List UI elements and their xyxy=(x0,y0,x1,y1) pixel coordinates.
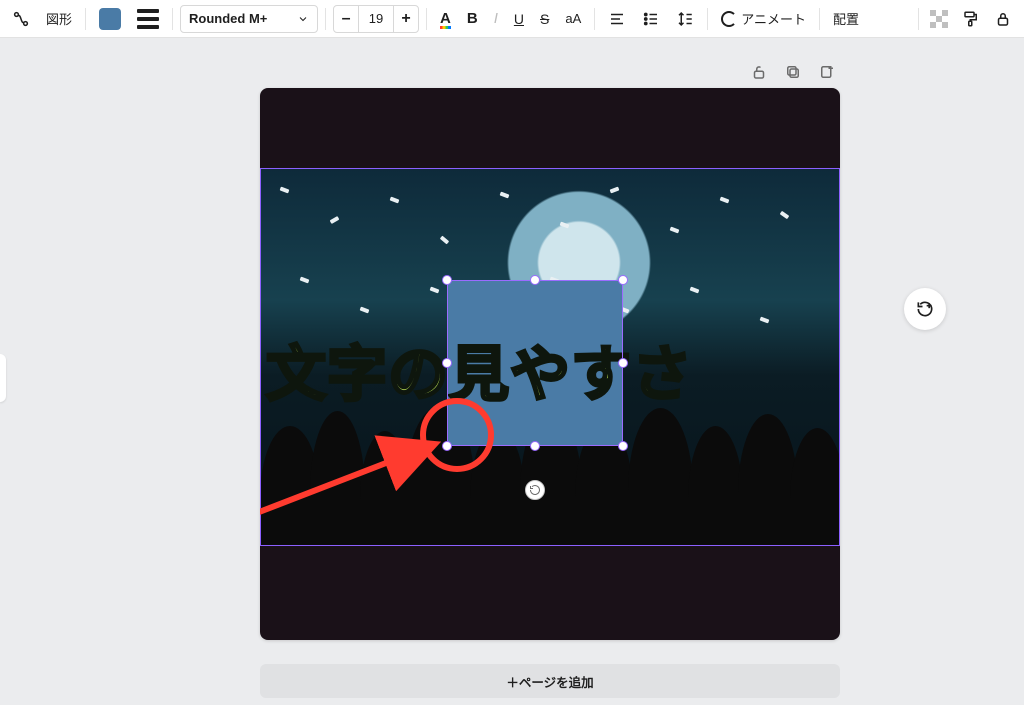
text-case-button[interactable]: aA xyxy=(559,5,587,33)
text-color-letter: A xyxy=(440,10,451,27)
font-family-select[interactable]: Rounded M+ xyxy=(180,5,318,33)
add-page-button[interactable]: ＋ページを追加 xyxy=(260,664,840,698)
resize-handle-w[interactable] xyxy=(442,358,452,368)
font-size-decrease[interactable]: – xyxy=(334,10,358,28)
strikethrough-button[interactable]: S xyxy=(534,5,555,33)
unlock-icon xyxy=(750,63,768,81)
line-spacing-icon xyxy=(676,10,694,28)
fill-color-swatch xyxy=(99,8,121,30)
separator xyxy=(918,8,919,30)
rotate-icon xyxy=(529,484,541,496)
transparency-button[interactable] xyxy=(924,5,954,33)
edit-shape-button[interactable] xyxy=(6,5,36,33)
separator xyxy=(819,8,820,30)
separator xyxy=(172,8,173,30)
shape-label-button[interactable]: 図形 xyxy=(40,5,78,33)
font-family-value: Rounded M+ xyxy=(189,11,267,26)
animate-button[interactable]: アニメート xyxy=(715,5,812,33)
add-page-icon-button[interactable] xyxy=(817,62,837,82)
checker-icon xyxy=(930,10,948,28)
add-page-label: ＋ページを追加 xyxy=(506,672,593,691)
align-icon xyxy=(608,10,626,28)
new-page-icon xyxy=(818,63,836,81)
font-size-stepper: – 19 + xyxy=(333,5,419,33)
fill-color-button[interactable] xyxy=(93,5,127,33)
border-style-icon xyxy=(137,9,159,29)
position-label: 配置 xyxy=(833,9,859,28)
font-size-value[interactable]: 19 xyxy=(358,6,394,32)
annotation-arrow xyxy=(260,428,462,548)
italic-label: I xyxy=(494,10,498,27)
design-page[interactable]: 文字の見やすさ xyxy=(260,88,840,640)
paint-roller-icon xyxy=(962,10,980,28)
italic-button[interactable]: I xyxy=(488,5,504,33)
vector-edit-icon xyxy=(12,10,30,28)
lock-button[interactable] xyxy=(988,5,1018,33)
align-button[interactable] xyxy=(602,5,632,33)
list-button[interactable] xyxy=(636,5,666,33)
duplicate-icon xyxy=(784,63,802,81)
text-color-button[interactable]: A xyxy=(434,5,457,33)
page-controls xyxy=(749,62,837,82)
resize-handle-e[interactable] xyxy=(618,358,628,368)
resize-handle-se[interactable] xyxy=(618,441,628,451)
separator xyxy=(85,8,86,30)
underline-button[interactable]: U xyxy=(508,5,530,33)
separator xyxy=(707,8,708,30)
list-icon xyxy=(642,10,660,28)
top-toolbar: 図形 Rounded M+ – 19 + A B I U S aA xyxy=(0,0,1024,38)
separator xyxy=(594,8,595,30)
text-color-icon: A xyxy=(440,10,451,27)
shape-label-text: 図形 xyxy=(46,9,72,28)
quick-action-fab[interactable] xyxy=(904,288,946,330)
refresh-plus-icon xyxy=(915,299,935,319)
toolbar-right-group xyxy=(915,5,1018,33)
duplicate-page-button[interactable] xyxy=(783,62,803,82)
canvas-area[interactable]: 文字の見やすさ xyxy=(260,88,840,640)
left-panel-toggle[interactable] xyxy=(0,354,6,402)
case-label: aA xyxy=(565,11,581,26)
resize-handle-nw[interactable] xyxy=(442,275,452,285)
resize-handle-s[interactable] xyxy=(530,441,540,451)
resize-handle-ne[interactable] xyxy=(618,275,628,285)
copy-style-button[interactable] xyxy=(956,5,986,33)
animate-icon xyxy=(721,11,737,27)
rotate-handle[interactable] xyxy=(525,480,545,500)
font-size-increase[interactable]: + xyxy=(394,10,418,28)
chevron-down-icon xyxy=(297,13,309,25)
border-style-button[interactable] xyxy=(131,5,165,33)
resize-handle-n[interactable] xyxy=(530,275,540,285)
strike-label: S xyxy=(540,11,549,27)
lock-icon xyxy=(994,10,1012,28)
separator xyxy=(426,8,427,30)
position-button[interactable]: 配置 xyxy=(827,5,865,33)
underline-label: U xyxy=(514,11,524,27)
spacing-button[interactable] xyxy=(670,5,700,33)
bold-button[interactable]: B xyxy=(461,5,484,33)
bold-label: B xyxy=(467,10,478,27)
animate-label: アニメート xyxy=(741,9,806,28)
page-lock-button[interactable] xyxy=(749,62,769,82)
separator xyxy=(325,8,326,30)
